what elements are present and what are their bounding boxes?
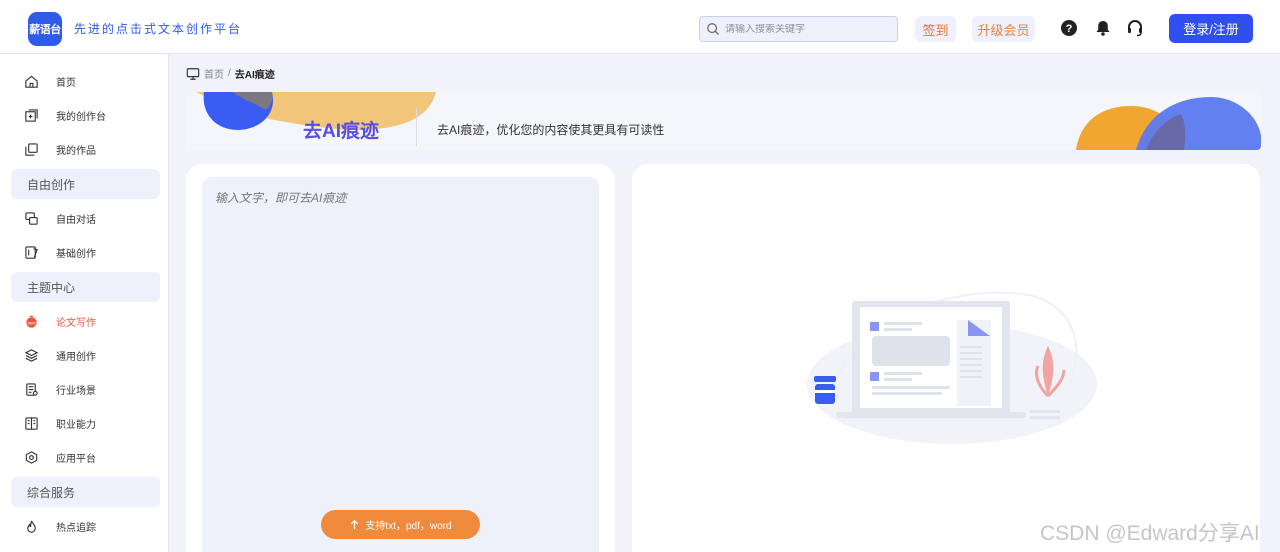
sidebar-item-label: 热点追踪 <box>56 522 96 534</box>
output-panel <box>632 164 1260 552</box>
sidebar-item-works[interactable]: 我的作品 <box>24 139 96 159</box>
upload-button[interactable]: 支持txt，pdf，word <box>321 510 480 539</box>
group-free-creation: 自由创作 <box>11 169 160 199</box>
sidebar-item-label: 通用创作 <box>56 351 96 363</box>
sidebar-item-label: 应用平台 <box>56 453 96 465</box>
banner-divider <box>416 108 417 146</box>
sidebar-item-label: 行业场景 <box>56 385 96 397</box>
group-services: 综合服务 <box>11 477 160 507</box>
industry-icon <box>26 382 38 396</box>
breadcrumb-current: 去AI痕迹 <box>234 70 275 81</box>
app-slogan: 先进的点击式文本创作平台 <box>74 22 243 36</box>
sidebar-item-label: 我的作品 <box>56 145 96 157</box>
sidebar-item-free-chat[interactable]: 自由对话 <box>24 208 96 228</box>
page-banner: 去AI痕迹 去AI痕迹，优化您的内容使其更具有可读性 <box>186 92 1261 150</box>
svg-text:new: new <box>28 320 37 325</box>
sidebar-item-label: 论文写作 <box>56 317 96 329</box>
login-register-button[interactable]: 登录/注册 <box>1169 14 1253 43</box>
sidebar-item-label: 职业能力 <box>56 419 96 431</box>
svg-text:?: ? <box>1066 23 1073 35</box>
upgrade-vip-button[interactable]: 升级会员 <box>972 16 1035 42</box>
sidebar-item-career[interactable]: 职业能力 <box>24 413 96 433</box>
search-icon <box>707 23 719 35</box>
input-panel: 支持txt，pdf，word <box>186 164 615 552</box>
sidebar-item-general-create[interactable]: 通用创作 <box>24 345 96 365</box>
workspace-icon <box>25 108 38 122</box>
breadcrumb-separator: / <box>228 68 231 79</box>
home-icon <box>25 75 38 88</box>
help-icon[interactable]: ? <box>1060 19 1078 37</box>
sidebar-item-workspace[interactable]: 我的创作台 <box>24 105 106 125</box>
paper-icon: new <box>26 315 37 328</box>
monitor-icon <box>186 67 200 80</box>
sidebar-item-home[interactable]: 首页 <box>24 71 76 91</box>
headset-icon[interactable] <box>1126 19 1144 37</box>
top-header: 薪语台 先进的点击式文本创作平台 签到 升级会员 ? 登录/注册 <box>0 0 1280 54</box>
works-icon <box>25 142 38 156</box>
hotspot-icon <box>27 520 36 533</box>
empty-state-illustration <box>807 291 1097 444</box>
breadcrumb-home[interactable]: 首页 <box>204 66 224 81</box>
upload-label: 支持txt，pdf，word <box>365 521 452 532</box>
sidebar-item-platform[interactable]: 应用平台 <box>24 447 96 467</box>
sidebar-item-label: 自由对话 <box>56 214 96 226</box>
sidebar-item-label: 我的创作台 <box>56 111 106 123</box>
group-topic-center: 主题中心 <box>11 272 160 302</box>
chat-icon <box>25 211 38 225</box>
banner-description: 去AI痕迹，优化您的内容使其更具有可读性 <box>437 123 665 137</box>
watermark: CSDN @Edward分享AI <box>1040 522 1260 545</box>
search-box[interactable] <box>699 16 898 42</box>
career-icon <box>25 416 38 430</box>
sidebar-item-label: 首页 <box>56 77 76 89</box>
sign-in-button[interactable]: 签到 <box>915 16 956 42</box>
upload-arrow-icon <box>351 519 359 530</box>
banner-title: 去AI痕迹 <box>303 121 380 142</box>
search-input[interactable] <box>725 23 885 35</box>
sidebar-item-industry[interactable]: 行业场景 <box>24 379 96 399</box>
layers-icon <box>24 348 39 362</box>
app-logo[interactable]: 薪语台 <box>28 12 62 46</box>
breadcrumb: 首页 / 去AI痕迹 <box>186 66 275 81</box>
sidebar-item-hotspot[interactable]: 热点追踪 <box>24 516 96 536</box>
sidebar: 首页 我的创作台 我的作品 自由创作 自由对话 基础创作 主题中心 new 论文… <box>0 54 169 552</box>
sidebar-item-paper-writing[interactable]: new 论文写作 <box>24 311 96 331</box>
text-input[interactable] <box>202 177 599 552</box>
bell-icon[interactable] <box>1094 19 1112 37</box>
sidebar-item-label: 基础创作 <box>56 248 96 260</box>
basic-create-icon <box>25 245 38 259</box>
platform-icon <box>25 450 38 464</box>
sidebar-item-basic-create[interactable]: 基础创作 <box>24 242 96 262</box>
